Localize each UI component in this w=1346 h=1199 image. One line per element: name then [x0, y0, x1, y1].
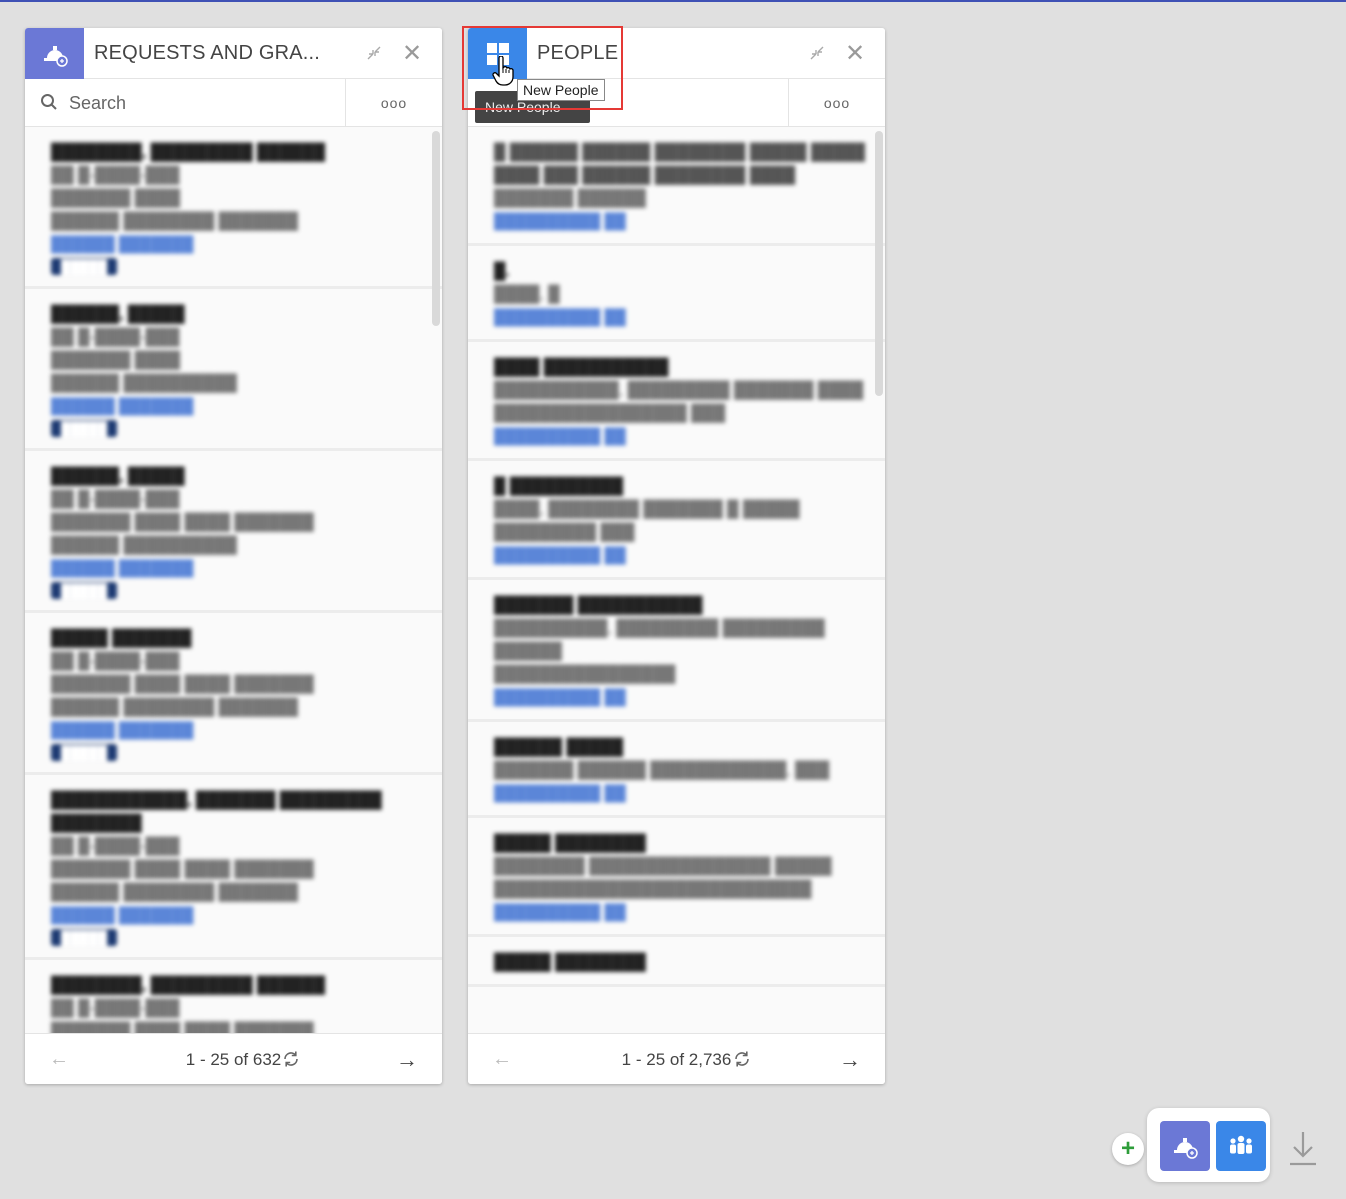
- close-icon[interactable]: ✕: [843, 40, 867, 67]
- people-panel: PEOPLE ✕ ooo █ ██████ ██████ ████████ ██…: [468, 28, 885, 1084]
- panel-header: REQUESTS AND GRA... ✕: [25, 28, 442, 79]
- more-options-button[interactable]: ooo: [345, 79, 442, 127]
- list-item[interactable]: ████████, █████████ ██████ ██ █-████-███…: [25, 127, 442, 289]
- requests-panel: REQUESTS AND GRA... ✕ ooo ████████, ████…: [25, 28, 442, 1084]
- grant-request-icon[interactable]: [1160, 1121, 1210, 1171]
- list-item[interactable]: █████ ████████: [468, 937, 885, 987]
- more-options-button[interactable]: ooo: [788, 79, 885, 127]
- search-icon: [40, 93, 58, 116]
- hand-cursor-icon: [492, 55, 514, 91]
- scrollbar[interactable]: [875, 131, 883, 396]
- panel-header: PEOPLE ✕: [468, 28, 885, 79]
- panel-title: PEOPLE: [537, 42, 619, 64]
- download-icon[interactable]: [1288, 1128, 1318, 1173]
- list-item[interactable]: ████████, █████████ ██████ ██ █-████-███…: [25, 960, 442, 1033]
- next-page-button[interactable]: →: [396, 1047, 418, 1073]
- minimize-icon[interactable]: [362, 41, 386, 65]
- close-icon[interactable]: ✕: [400, 40, 424, 67]
- list-item[interactable]: █████ ███████ ██ █-████-███ ███████ ████…: [25, 613, 442, 775]
- list-item[interactable]: █. ████, █ ██████████ ██: [468, 246, 885, 342]
- next-page-button[interactable]: →: [839, 1047, 861, 1073]
- refresh-icon[interactable]: [732, 1049, 752, 1074]
- requests-list: ████████, █████████ ██████ ██ █-████-███…: [25, 127, 442, 1033]
- people-list: █ ██████ ██████ ████████ █████ ██████ ██…: [468, 127, 885, 1033]
- pagination-count: 1 - 25 of 632: [185, 1050, 282, 1069]
- list-item[interactable]: ██████, █████ ██ █-████-███ ███████ ████…: [25, 451, 442, 613]
- minimize-icon[interactable]: [805, 41, 829, 65]
- list-item[interactable]: █████ ████████ ████████ ████████████████…: [468, 818, 885, 937]
- list-item[interactable]: ███████ ███████████ ██████████, ████████…: [468, 580, 885, 722]
- people-group-icon[interactable]: [1216, 1121, 1266, 1171]
- list-item[interactable]: ██████, █████ ██ █-████-███ ███████ ████…: [25, 289, 442, 451]
- list-item[interactable]: ████ ███████████ ███████████, █████████ …: [468, 342, 885, 461]
- search-input[interactable]: [69, 91, 329, 115]
- scrollbar[interactable]: [432, 131, 440, 326]
- pagination-footer: ← 1 - 25 of 632 →: [25, 1033, 442, 1084]
- list-item[interactable]: █ ██████████ ████, ████████ ███████ █ ██…: [468, 461, 885, 580]
- search-bar: ooo: [25, 79, 442, 127]
- tooltip: New People: [517, 79, 605, 101]
- refresh-icon[interactable]: [281, 1049, 301, 1074]
- pagination-count: 1 - 25 of 2,736: [621, 1050, 732, 1069]
- grant-request-icon[interactable]: [25, 28, 84, 79]
- top-accent-line: [0, 0, 1346, 2]
- panel-title: REQUESTS AND GRA...: [94, 42, 321, 64]
- list-item[interactable]: █ ██████ ██████ ████████ █████ ██████ ██…: [468, 127, 885, 246]
- list-item[interactable]: ██████ █████ ███████ ██████ ████████████…: [468, 722, 885, 818]
- pagination-footer: ← 1 - 25 of 2,736 →: [468, 1033, 885, 1084]
- list-item[interactable]: ████████████, ███████ █████████ ████████…: [25, 775, 442, 960]
- add-widget-button[interactable]: +: [1112, 1133, 1144, 1165]
- dock: [1147, 1108, 1270, 1182]
